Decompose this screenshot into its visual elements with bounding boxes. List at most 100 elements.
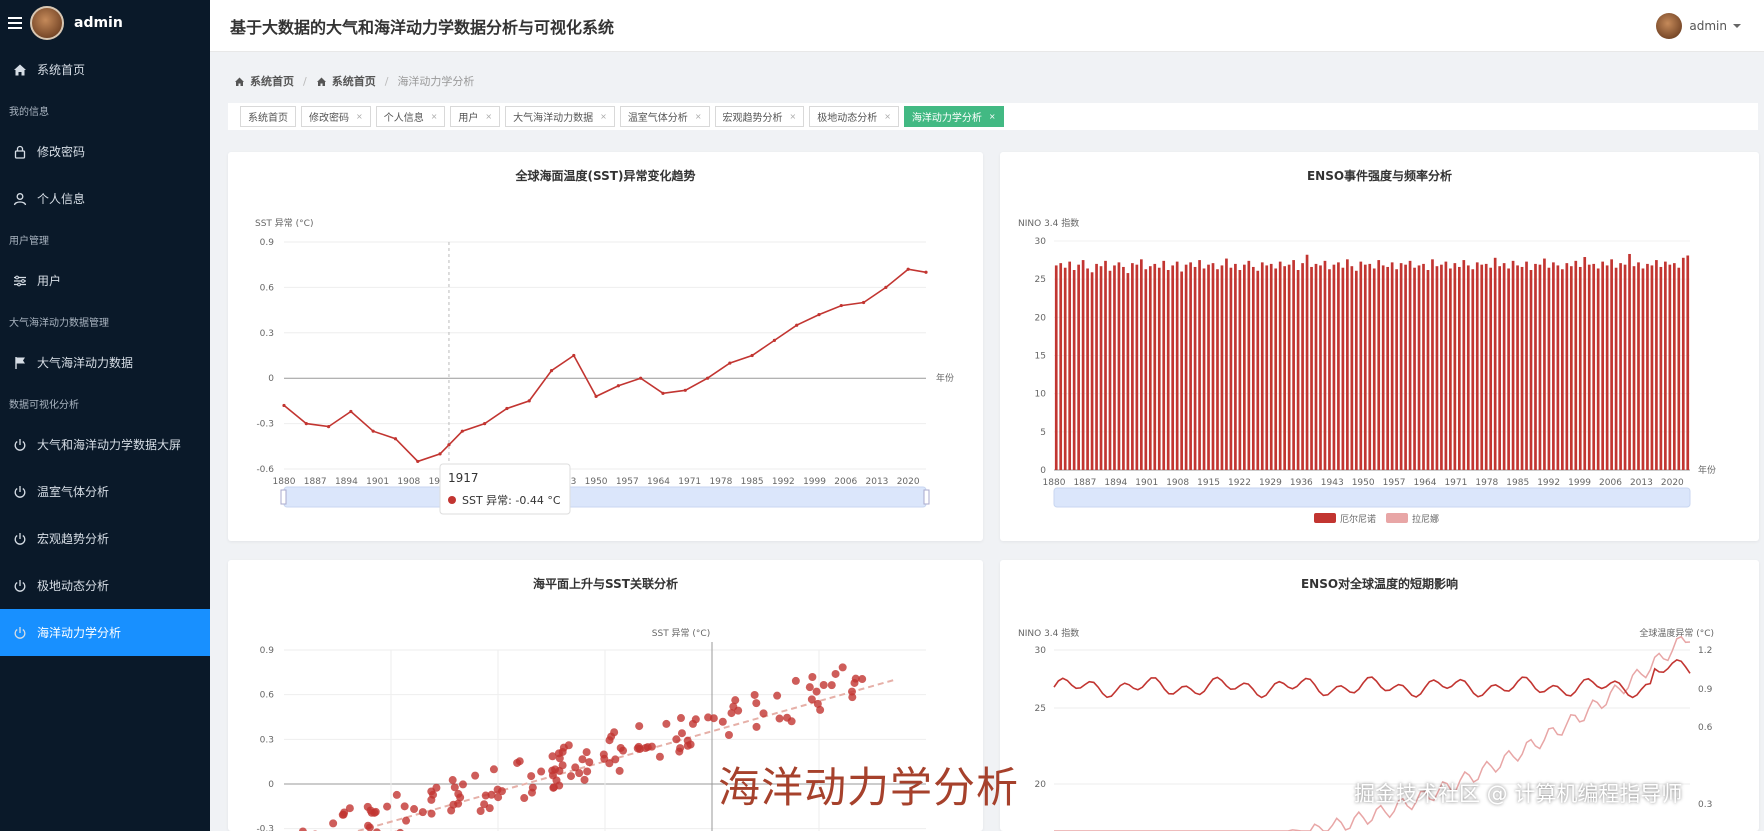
breadcrumb-item[interactable]: 系统首页 <box>250 73 294 89</box>
close-icon[interactable]: × <box>356 112 363 121</box>
enso-bar <box>1408 260 1412 470</box>
enso-bar <box>1417 265 1421 470</box>
home-icon <box>13 63 27 77</box>
sidebar-item[interactable]: 系统首页 <box>0 46 210 93</box>
enso-bar <box>1135 264 1139 470</box>
tag-item[interactable]: 极地动态分析 × <box>809 106 899 127</box>
scatter-point <box>493 785 502 794</box>
enso-bar <box>1095 263 1098 470</box>
sidebar-item-label: 宏观趋势分析 <box>37 532 110 546</box>
avatar[interactable] <box>30 6 64 40</box>
scatter-point <box>480 800 489 809</box>
enso-bar-chart[interactable]: NINO 3.4 指数 0 5 10 15 20 25 30 年份 1880 1887 1894 190… <box>1000 152 1759 541</box>
sidebar-item[interactable]: 个人信息 <box>0 175 210 222</box>
power-icon <box>13 579 27 593</box>
x-tick-label: 1880 <box>273 477 296 487</box>
scatter-point <box>338 810 347 819</box>
enso-bar <box>1063 267 1067 470</box>
scatter-point <box>616 743 625 752</box>
sidebar-item[interactable]: 极地动态分析 <box>0 562 210 609</box>
x-tick-label: 1880 <box>1043 478 1066 488</box>
enso-bar <box>1543 258 1546 470</box>
tag-item[interactable]: 海洋动力学分析 × <box>903 106 1004 127</box>
enso-bar <box>1251 266 1255 470</box>
user-menu[interactable]: admin <box>1656 12 1742 39</box>
tag-item[interactable]: 个人信息 × <box>375 106 446 127</box>
x-tick-label: 1908 <box>1166 478 1189 488</box>
sidebar-item[interactable]: 大气和海洋动力学数据大屏 <box>0 421 210 468</box>
close-icon[interactable]: × <box>989 112 996 121</box>
scatter-point <box>808 672 817 681</box>
enso-bar <box>1368 263 1372 470</box>
tag-item[interactable]: 系统首页 <box>240 106 296 127</box>
enso-bar <box>1323 260 1327 470</box>
sidebar-item-label: 海洋动力学分析 <box>37 626 122 640</box>
sidebar-item[interactable]: 修改密码 <box>0 128 210 175</box>
scatter-point <box>647 742 656 751</box>
close-icon[interactable]: × <box>431 112 438 121</box>
sst-data-point <box>661 391 665 395</box>
close-icon[interactable]: × <box>790 112 797 121</box>
enso-bar <box>1475 262 1479 470</box>
x-tick-label: 2006 <box>1599 478 1622 488</box>
page-title: 基于大数据的大气和海洋动力学数据分析与可视化系统 <box>230 17 615 37</box>
enso-bar <box>1193 266 1197 470</box>
tag-item[interactable]: 用户 × <box>450 106 501 127</box>
scatter-point <box>709 714 718 723</box>
header-avatar[interactable] <box>1656 12 1683 39</box>
x-tick-label: 1978 <box>1475 478 1498 488</box>
enso-bar <box>1587 264 1591 470</box>
sst-trend-chart[interactable]: SST 异常 (°C) -0.6 -0.3 0 0.3 0.6 0.9 年份 1880 1887 1… <box>228 152 983 541</box>
sidebar-item[interactable]: 宏观趋势分析 <box>0 515 210 562</box>
enso-bar <box>1153 263 1157 470</box>
enso-bar <box>1207 264 1210 470</box>
enso-bar <box>1220 265 1224 470</box>
enso-bar <box>1243 264 1246 470</box>
chart-title: ENSO对全球温度的短期影响 <box>1300 577 1459 591</box>
sidebar-item[interactable]: 大气海洋动力数据 <box>0 339 210 386</box>
zoom-slider-handle <box>923 489 930 505</box>
scatter-point <box>370 808 379 817</box>
scatter-point <box>471 771 480 780</box>
enso-bar <box>1381 265 1385 470</box>
enso-bar <box>1229 267 1233 470</box>
breadcrumb-item[interactable]: 系统首页 <box>332 73 376 89</box>
enso-bar <box>1646 263 1649 470</box>
sidebar-item[interactable]: 温室气体分析 <box>0 468 210 515</box>
enso-bar <box>1332 264 1336 470</box>
enso-bar <box>1534 263 1537 470</box>
y-axis-title: SST 异常 (°C) <box>652 627 710 639</box>
close-icon[interactable]: × <box>485 112 492 121</box>
y-tick-label: 20 <box>1035 313 1047 323</box>
header-username[interactable]: admin <box>1689 19 1727 33</box>
y-tick-label-right: 0.6 <box>1698 723 1713 733</box>
enso-bar <box>1238 270 1242 470</box>
caret-down-icon[interactable] <box>1732 22 1742 30</box>
enso-bar <box>1274 268 1278 470</box>
close-icon[interactable]: × <box>600 112 607 121</box>
tag-item[interactable]: 宏观趋势分析 × <box>714 106 805 127</box>
enso-bar <box>1059 263 1063 470</box>
tag-item[interactable]: 温室气体分析 × <box>619 106 710 127</box>
close-icon[interactable]: × <box>695 112 702 121</box>
sst-data-point <box>483 422 487 426</box>
scatter-point <box>427 809 436 818</box>
enso-bar <box>1202 268 1206 470</box>
enso-bar <box>1260 262 1264 470</box>
x-tick-label: 1964 <box>1414 478 1437 488</box>
x-tick-label: 1985 <box>1506 478 1529 488</box>
sidebar-item-label: 大气和海洋动力学数据大屏 <box>37 438 182 452</box>
x-axis-title: 年份 <box>936 372 954 384</box>
x-tick-label: 1908 <box>397 477 420 487</box>
sidebar-item[interactable]: 海洋动力学分析 <box>0 609 210 656</box>
scatter-point <box>634 742 643 751</box>
tag-item[interactable]: 大气海洋动力数据 × <box>505 106 615 127</box>
enso-bar <box>1310 266 1313 470</box>
zoom-slider <box>1053 487 1691 508</box>
sidebar-item[interactable]: 用户 <box>0 257 210 304</box>
tag-item[interactable]: 修改密码 × <box>301 106 371 127</box>
scatter-point <box>329 819 338 828</box>
hamburger-menu-icon[interactable] <box>8 17 22 29</box>
enso-bar <box>1440 264 1443 470</box>
close-icon[interactable]: × <box>884 112 891 121</box>
